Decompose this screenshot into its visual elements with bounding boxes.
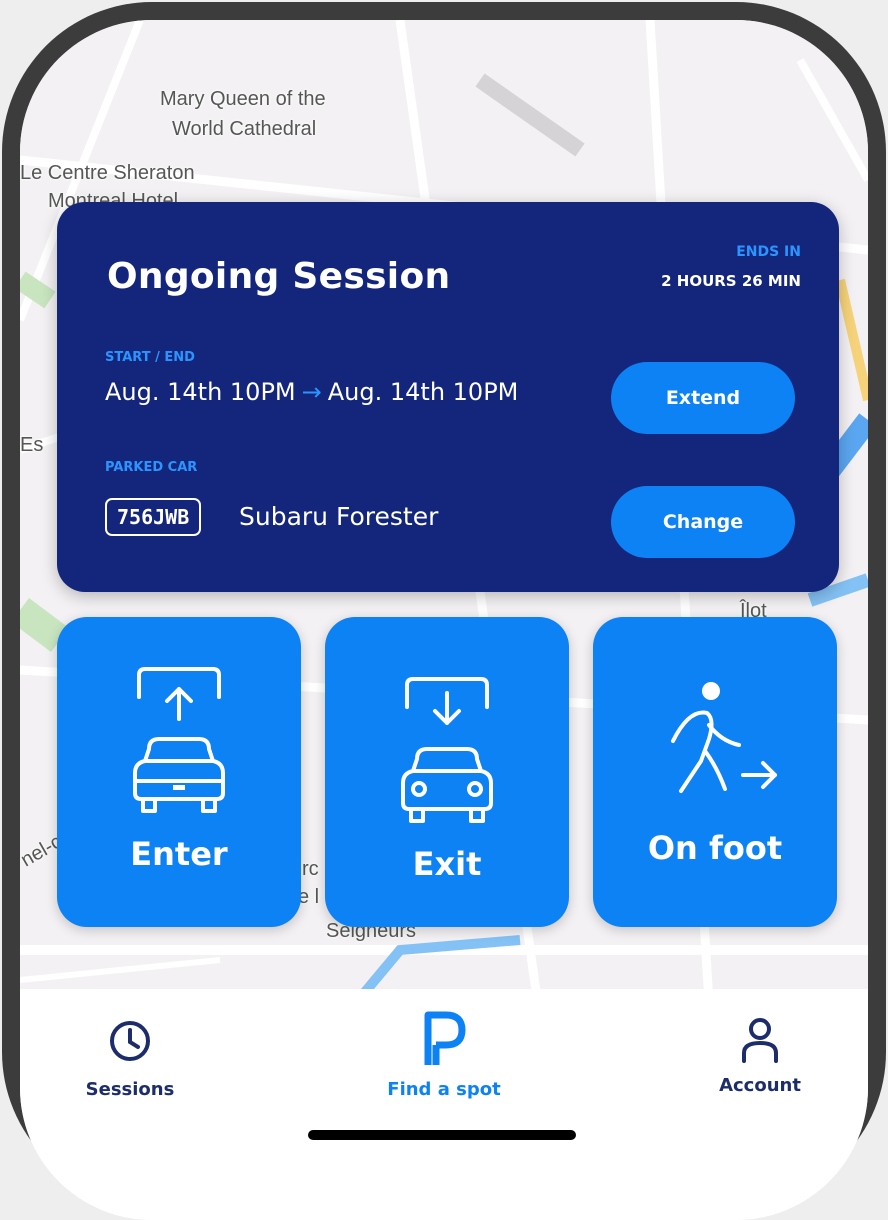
- phone-frame: Mary Queen of the World Cathedral Le Cen…: [0, 0, 888, 1220]
- parking-p-icon: [424, 1011, 466, 1065]
- walking-icon: [671, 682, 777, 793]
- on-foot-button[interactable]: On foot: [593, 617, 837, 927]
- car-enter-icon: [133, 667, 225, 813]
- map-label: e l: [298, 886, 320, 908]
- enter-label: Enter: [130, 835, 228, 873]
- user-icon: [742, 1018, 778, 1063]
- end-time: Aug. 14th 10PM: [327, 378, 519, 406]
- extend-button[interactable]: Extend: [611, 362, 795, 434]
- tab-sessions[interactable]: Sessions: [70, 1019, 190, 1100]
- clock-icon: [110, 1021, 150, 1061]
- session-title: Ongoing Session: [107, 256, 451, 297]
- enter-button[interactable]: Enter: [57, 617, 301, 927]
- exit-label: Exit: [412, 845, 482, 883]
- arrow-right-icon: →: [301, 378, 322, 406]
- start-time: Aug. 14th 10PM: [105, 378, 296, 406]
- session-dates: Aug. 14th 10PM → Aug. 14th 10PM: [105, 378, 518, 406]
- ends-in-label: ENDS IN: [736, 244, 801, 260]
- tab-find-a-spot[interactable]: Find a spot: [370, 1011, 518, 1100]
- map-label: Es: [20, 434, 44, 456]
- on-foot-label: On foot: [647, 829, 783, 867]
- car-exit-icon: [401, 677, 493, 823]
- map-label: Le Centre Sheraton: [20, 162, 195, 184]
- start-end-label: START / END: [105, 350, 195, 365]
- license-plate: 756JWB: [105, 498, 202, 536]
- tab-account-label: Account: [719, 1075, 801, 1096]
- map-label: rc: [302, 858, 319, 880]
- map-label: Mary Queen of the: [160, 88, 326, 110]
- app-screen: Mary Queen of the World Cathedral Le Cen…: [20, 20, 868, 1220]
- ongoing-session-card: Ongoing Session ENDS IN 2 HOURS 26 MIN S…: [57, 202, 839, 592]
- ends-in-value: 2 HOURS 26 MIN: [661, 272, 801, 290]
- map-label: World Cathedral: [172, 118, 317, 140]
- tab-account[interactable]: Account: [700, 1015, 820, 1096]
- exit-button[interactable]: Exit: [325, 617, 569, 927]
- parked-car-label: PARKED CAR: [105, 460, 198, 475]
- car-name: Subaru Forester: [239, 502, 439, 531]
- tab-sessions-label: Sessions: [85, 1079, 175, 1100]
- change-button[interactable]: Change: [611, 486, 795, 558]
- tab-bar: Sessions Find a spot Account: [20, 989, 868, 1220]
- tab-find-a-spot-label: Find a spot: [387, 1079, 501, 1100]
- home-indicator: [308, 1130, 576, 1140]
